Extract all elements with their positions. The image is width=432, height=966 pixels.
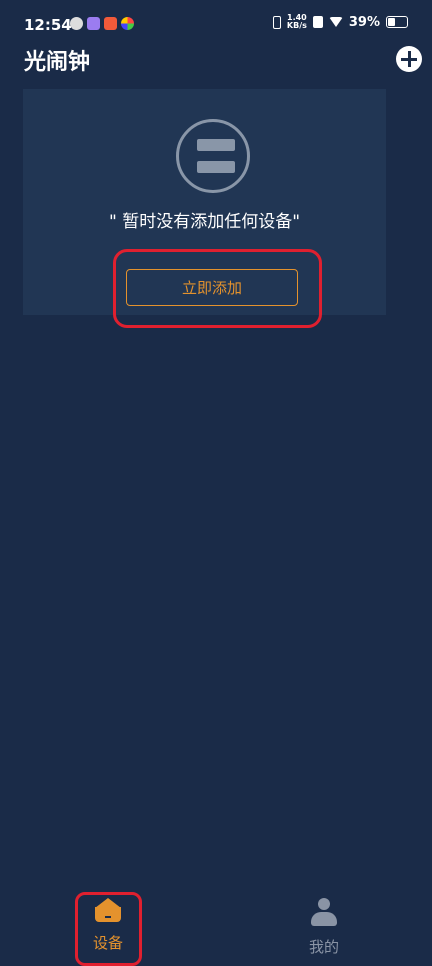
add-device-icon-button[interactable]	[396, 46, 422, 72]
highlight-box-add-button	[113, 249, 322, 328]
app-notification-icon	[70, 17, 83, 30]
network-speed: 1.40 KB/s	[286, 13, 307, 30]
empty-message: " 暂时没有添加任何设备"	[108, 212, 301, 232]
shop-app-icon	[104, 17, 117, 30]
vibrate-icon	[272, 15, 281, 29]
wifi-icon	[328, 17, 343, 27]
color-app-icon	[121, 17, 134, 30]
video-app-icon	[87, 17, 100, 30]
system-status: 1.40 KB/s 39%	[272, 13, 408, 30]
device-list-icon	[176, 119, 250, 193]
tab-mine[interactable]: 我的	[279, 898, 369, 957]
battery-percent: 39%	[348, 14, 380, 30]
person-icon	[310, 898, 338, 926]
battery-icon	[386, 16, 408, 28]
status-time: 12:54	[24, 16, 72, 34]
notification-icons	[70, 17, 134, 30]
bottom-tab-bar: 设备 我的	[0, 884, 432, 964]
page-title: 光闹钟	[24, 50, 91, 75]
sim-off-icon	[312, 16, 323, 28]
highlight-box-devices-tab	[75, 892, 142, 966]
tab-mine-label: 我的	[308, 938, 339, 956]
